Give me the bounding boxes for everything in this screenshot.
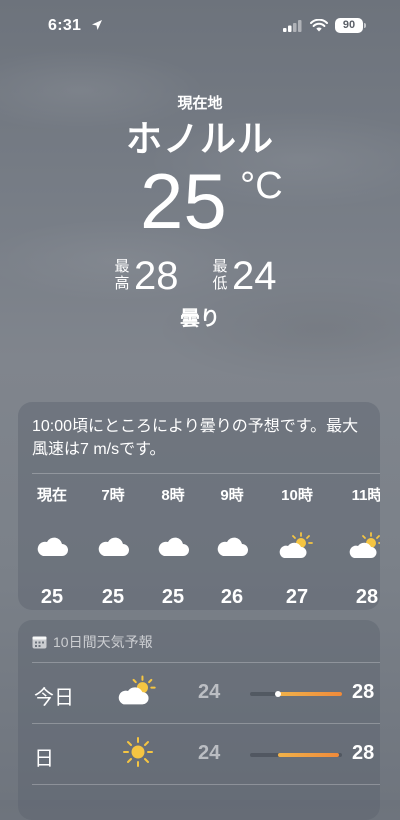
temperature-range-bar — [250, 753, 342, 757]
hourly-forecast-card[interactable]: 10:00頃にところにより曇りの予想です。最大風速は7 m/sです。 現在 25… — [18, 402, 380, 610]
low-temperature: 24 — [198, 681, 221, 703]
cloud-icon — [27, 528, 77, 564]
divider — [32, 473, 380, 474]
day-name: 今日 — [34, 687, 74, 709]
high-temperature: 28 — [352, 742, 375, 764]
day-row-today[interactable]: 今日 24 28 — [18, 663, 380, 723]
battery-indicator: 90 — [335, 18, 363, 33]
divider — [32, 784, 380, 785]
battery-tip — [364, 23, 366, 28]
forecast-title: 10日間天気予報 — [53, 634, 153, 650]
hour-item[interactable]: 現在 25 — [27, 486, 77, 609]
low-temperature: 24 — [198, 742, 221, 764]
status-bar: 6:31 90 — [0, 0, 400, 48]
sun-icon — [123, 737, 153, 767]
high-temperature: 28 — [134, 254, 179, 298]
calendar-icon — [32, 636, 47, 649]
wifi-icon — [310, 19, 328, 32]
cloud-icon — [148, 528, 198, 564]
partly-sunny-icon — [272, 528, 322, 564]
status-time: 6:31 — [48, 17, 82, 34]
day-name: 日 — [34, 748, 54, 770]
partly-sunny-icon — [342, 528, 380, 564]
hour-item[interactable]: 11時 28 — [342, 486, 380, 609]
low-temperature: 24 — [232, 254, 277, 298]
low-label: 最 低 — [212, 258, 228, 292]
city-name: ホノルル — [125, 118, 274, 159]
forecast-header: 10日間天気予報 — [32, 632, 153, 652]
ten-day-forecast-card[interactable]: 10日間天気予報 今日 24 28 日 24 28 — [18, 620, 380, 820]
high-label: 最 高 — [114, 258, 130, 292]
cloud-icon — [88, 528, 138, 564]
current-temperature-dot — [274, 691, 281, 697]
hour-item[interactable]: 9時 26 — [207, 486, 257, 609]
high-temperature: 28 — [352, 681, 375, 703]
forecast-summary: 10:00頃にところにより曇りの予想です。最大風速は7 m/sです。 — [32, 418, 359, 458]
day-row-sunday[interactable]: 日 24 28 — [18, 724, 380, 784]
current-temperature: 25 — [140, 157, 227, 245]
hour-item[interactable]: 7時 25 — [88, 486, 138, 609]
weather-condition: 曇り — [180, 308, 220, 330]
temperature-unit: °C — [240, 165, 283, 207]
high-low-temperatures: 最 高 28 最 低 24 — [0, 254, 400, 298]
temperature-range-bar — [250, 691, 342, 697]
partly-sunny-icon — [118, 675, 156, 705]
hour-item[interactable]: 8時 25 — [148, 486, 198, 609]
cellular-signal-icon — [283, 20, 302, 32]
range-fill — [277, 753, 340, 757]
cloud-icon — [207, 528, 257, 564]
hour-item[interactable]: 10時 27 — [272, 486, 322, 609]
range-fill — [277, 692, 342, 696]
location-arrow-icon — [92, 20, 102, 30]
